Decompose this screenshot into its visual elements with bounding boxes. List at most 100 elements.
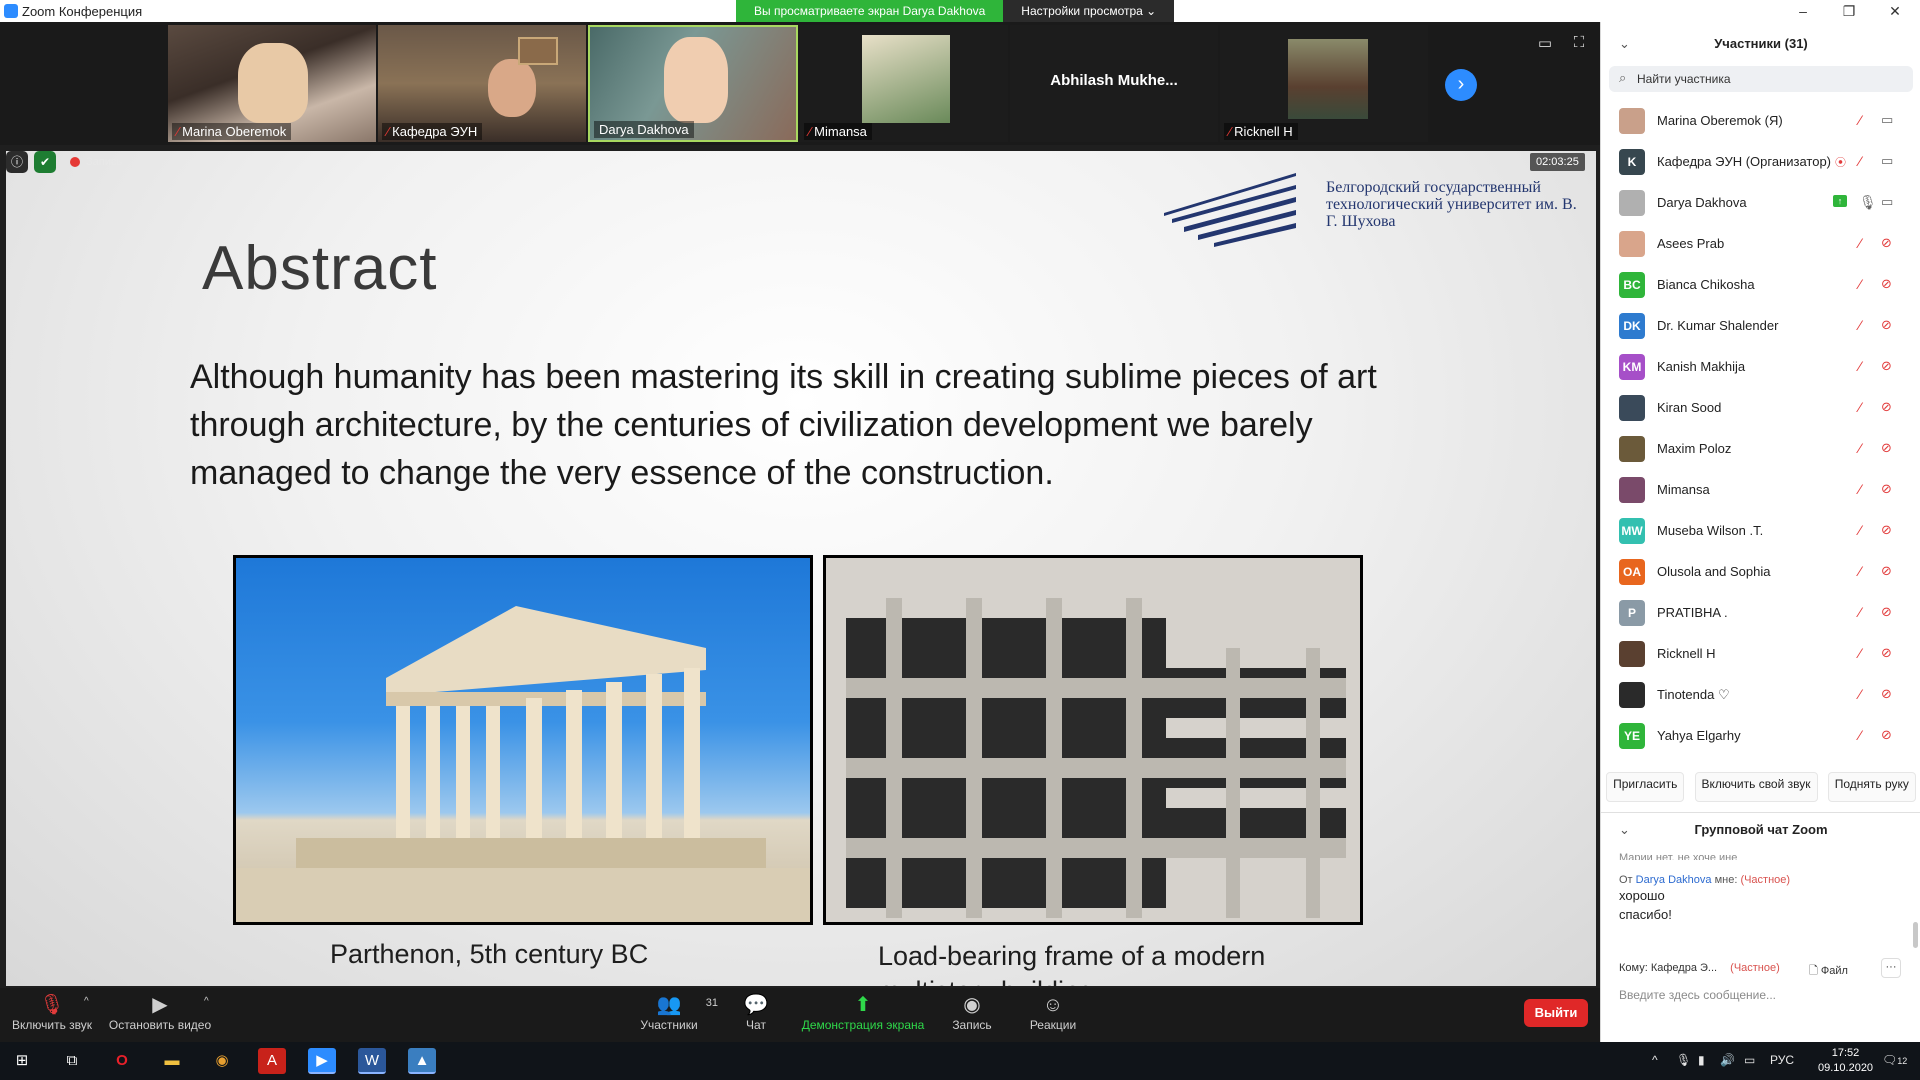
audio-options-caret-icon[interactable]: ^ — [84, 996, 89, 1007]
participant-row[interactable]: Darya Dakhova ↑ 🎙 ▭ — [1601, 182, 1920, 223]
photos-icon[interactable]: ▲ — [408, 1048, 436, 1074]
chat-scrollbar[interactable] — [1913, 922, 1918, 948]
invite-button[interactable]: Пригласить — [1606, 772, 1685, 802]
camera-off-icon[interactable]: ⊘ — [1881, 399, 1892, 415]
video-tile[interactable]: ⁄ Ricknell H — [1220, 25, 1428, 142]
raise-hand-button[interactable]: Поднять руку — [1827, 772, 1916, 802]
participant-row[interactable]: Maxim Poloz ⁄ ⊘ — [1601, 428, 1920, 469]
mic-muted-icon[interactable]: ⁄ — [1859, 358, 1861, 374]
mic-icon[interactable]: 🎙 — [1859, 194, 1877, 211]
microphone-tray-icon[interactable]: 🎙 — [1676, 1053, 1691, 1067]
opera-icon[interactable]: O — [108, 1048, 136, 1074]
video-options-caret-icon[interactable]: ^ — [204, 996, 209, 1007]
participants-button[interactable]: 👥 31 Участники — [636, 992, 718, 1032]
participant-row[interactable]: Tinotenda ♡ ⁄ ⊘ — [1601, 674, 1920, 715]
chat-recipient-select[interactable]: Кафедра Э... — [1651, 962, 1717, 974]
camera-icon[interactable]: ▭ — [1881, 194, 1893, 210]
stop-video-button[interactable]: ▶ Остановить видео — [106, 992, 214, 1032]
fullscreen-icon[interactable]: ⛶ — [1570, 34, 1588, 52]
participant-row[interactable]: BC Bianca Chikosha ⁄ ⊘ — [1601, 264, 1920, 305]
leave-meeting-button[interactable]: Выйти — [1524, 999, 1588, 1027]
maximize-button[interactable]: ❐ — [1826, 0, 1872, 22]
camera-off-icon[interactable]: ⊘ — [1881, 727, 1892, 743]
tray-chevron-icon[interactable]: ^ — [1652, 1053, 1658, 1067]
keyboard-language[interactable]: РУС — [1770, 1053, 1794, 1067]
participant-row[interactable]: KM Kanish Makhija ⁄ ⊘ — [1601, 346, 1920, 387]
video-tile[interactable]: ⁄ Marina Oberemok — [168, 25, 376, 142]
camera-off-icon[interactable]: ⊘ — [1881, 522, 1892, 538]
mic-muted-icon[interactable]: ⁄ — [1859, 317, 1861, 333]
camera-off-icon[interactable]: ⊘ — [1881, 276, 1892, 292]
security-shield-icon[interactable]: ✔ — [34, 151, 56, 173]
mic-muted-icon[interactable]: ⁄ — [1859, 235, 1861, 251]
mic-muted-icon[interactable]: ⁄ — [1859, 645, 1861, 661]
mic-muted-icon[interactable]: ⁄ — [1859, 604, 1861, 620]
chat-button[interactable]: 💬 Чат — [738, 992, 774, 1032]
video-tile[interactable]: ⁄ Кафедра ЭУН — [378, 25, 586, 142]
network-icon[interactable]: ▭ — [1744, 1053, 1755, 1067]
participant-row[interactable]: MW Museba Wilson .T. ⁄ ⊘ — [1601, 510, 1920, 551]
acrobat-icon[interactable]: A — [258, 1048, 286, 1074]
layout-view-icon[interactable]: ▭ — [1536, 34, 1554, 52]
mic-muted-icon[interactable]: ⁄ — [1859, 481, 1861, 497]
next-page-icon[interactable]: › — [1445, 69, 1477, 101]
participant-row[interactable]: Ricknell H ⁄ ⊘ — [1601, 633, 1920, 674]
camera-off-icon[interactable]: ⊘ — [1881, 440, 1892, 456]
participant-row[interactable]: K Кафедра ЭУН (Организатор) ⦿ ⁄ ▭ — [1601, 141, 1920, 182]
notifications-icon[interactable]: 🗨12 — [1882, 1053, 1907, 1067]
zoom-taskbar-icon[interactable]: ▶ — [308, 1048, 336, 1074]
view-settings-button[interactable]: Настройки просмотра ⌄ — [1003, 0, 1175, 22]
camera-icon[interactable]: ▭ — [1881, 112, 1893, 128]
video-tile[interactable]: Abhilash Mukhe... — [1010, 25, 1218, 142]
mic-muted-icon[interactable]: ⁄ — [1859, 686, 1861, 702]
mic-muted-icon[interactable]: ⁄ — [1859, 563, 1861, 579]
battery-icon[interactable]: ▮ — [1698, 1053, 1705, 1067]
record-button[interactable]: ◉ Запись — [950, 992, 994, 1032]
participant-row[interactable]: Asees Prab ⁄ ⊘ — [1601, 223, 1920, 264]
participant-row[interactable]: DK Dr. Kumar Shalender ⁄ ⊘ — [1601, 305, 1920, 346]
participant-row[interactable]: Marina Oberemok (Я) ⁄ ▭ — [1601, 100, 1920, 141]
camera-off-icon[interactable]: ⊘ — [1881, 481, 1892, 497]
share-screen-button[interactable]: ⬆ Демонстрация экрана — [800, 992, 926, 1032]
video-tile[interactable]: ⁄ Mimansa — [800, 25, 1008, 142]
mic-muted-icon[interactable]: ⁄ — [1859, 522, 1861, 538]
clock[interactable]: 17:52 09.10.2020 — [1818, 1046, 1873, 1076]
minimize-button[interactable]: – — [1780, 0, 1826, 22]
task-view-icon[interactable]: ⧉ — [58, 1048, 86, 1074]
participant-row[interactable]: Kiran Sood ⁄ ⊘ — [1601, 387, 1920, 428]
unmute-button[interactable]: 🎙 Включить звук — [10, 992, 94, 1032]
file-explorer-icon[interactable]: ▬ — [158, 1048, 186, 1074]
camera-off-icon[interactable]: ⊘ — [1881, 604, 1892, 620]
mic-muted-icon[interactable]: ⁄ — [1859, 276, 1861, 292]
chat-sender-link[interactable]: Darya Dakhova — [1636, 874, 1712, 886]
camera-off-icon[interactable]: ⊘ — [1881, 563, 1892, 579]
mic-muted-icon[interactable]: ⁄ — [1859, 440, 1861, 456]
camera-off-icon[interactable]: ⊘ — [1881, 317, 1892, 333]
camera-off-icon[interactable]: ⊘ — [1881, 235, 1892, 251]
participant-search-input[interactable]: ⌕ Найти участника — [1609, 66, 1913, 92]
collapse-chevron-icon[interactable]: ⌄ — [1619, 813, 1630, 847]
mic-muted-icon[interactable]: ⁄ — [1859, 399, 1861, 415]
mic-muted-icon[interactable]: ⁄ — [1859, 112, 1861, 128]
mic-muted-icon[interactable]: ⁄ — [1859, 153, 1861, 169]
camera-off-icon[interactable]: ⊘ — [1881, 358, 1892, 374]
volume-icon[interactable]: 🔊 — [1720, 1053, 1735, 1067]
chat-message-input[interactable]: Введите здесь сообщение... — [1619, 988, 1909, 1002]
close-button[interactable]: ✕ — [1872, 0, 1918, 22]
file-button[interactable]: 🗋 Файл — [1809, 962, 1848, 981]
camera-off-icon[interactable]: ⊘ — [1881, 686, 1892, 702]
chrome-icon[interactable]: ◉ — [208, 1048, 236, 1074]
mic-muted-icon[interactable]: ⁄ — [1859, 727, 1861, 743]
reactions-button[interactable]: ☺ Реакции — [1028, 992, 1078, 1032]
participant-row[interactable]: OA Olusola and Sophia ⁄ ⊘ — [1601, 551, 1920, 592]
participant-row[interactable]: P PRATIBHA . ⁄ ⊘ — [1601, 592, 1920, 633]
video-tile-active-speaker[interactable]: Darya Dakhova — [588, 25, 798, 142]
word-icon[interactable]: W — [358, 1048, 386, 1074]
participant-row[interactable]: Mimansa ⁄ ⊘ — [1601, 469, 1920, 510]
camera-off-icon[interactable]: ⊘ — [1881, 645, 1892, 661]
participant-row[interactable]: YE Yahya Elgarhy ⁄ ⊘ — [1601, 715, 1920, 756]
more-options-button[interactable]: ··· — [1881, 958, 1901, 978]
camera-icon[interactable]: ▭ — [1881, 153, 1893, 169]
info-icon[interactable]: ⓘ — [6, 151, 28, 173]
windows-start-icon[interactable]: ⊞ — [8, 1048, 36, 1074]
